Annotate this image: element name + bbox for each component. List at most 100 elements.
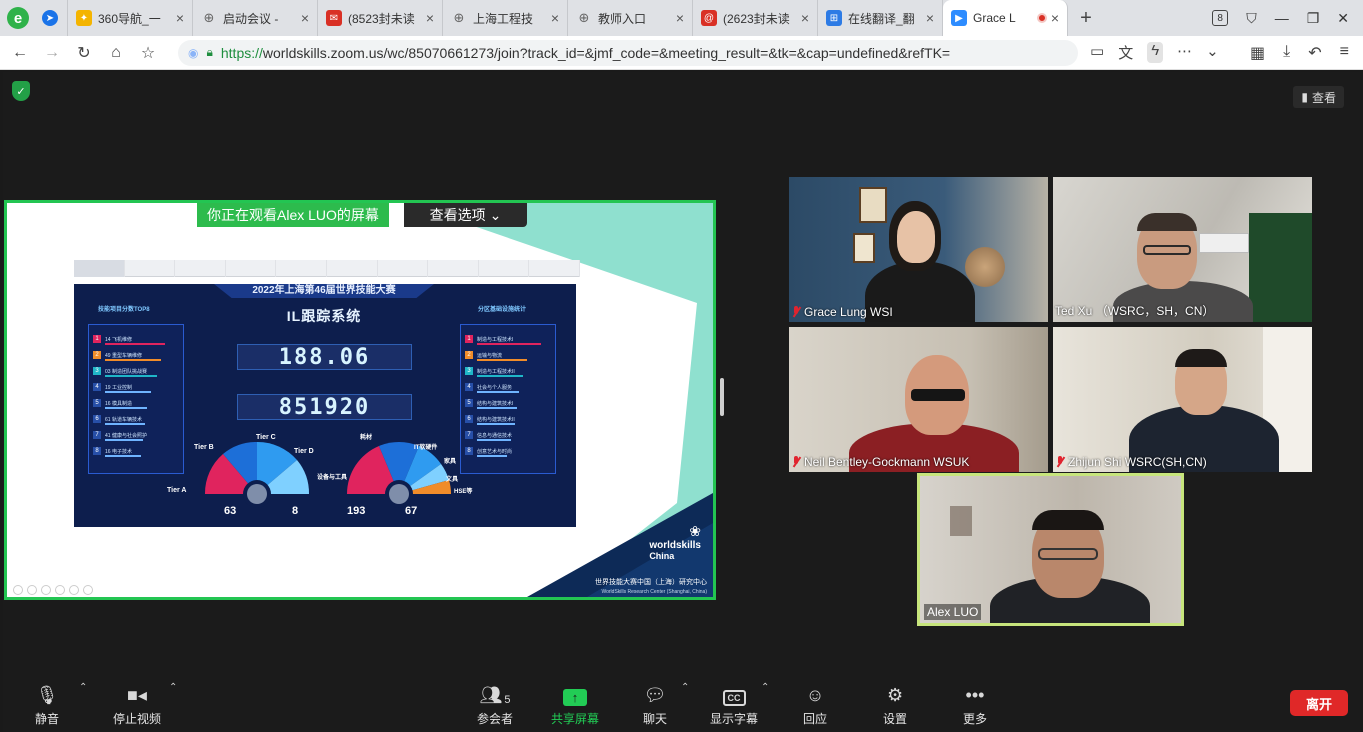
close-icon[interactable]: × — [176, 10, 184, 26]
browser-toolbar: ← → ↻ ⌂ ☆ ◉ 🔒︎ https://worldskills.zoom.… — [0, 36, 1363, 70]
gauge-charts — [204, 441, 451, 508]
more-button[interactable]: ••• 更多 — [963, 682, 987, 727]
org-name-cn: 世界技能大赛中国（上海）研究中心 — [595, 579, 707, 586]
close-icon[interactable]: × — [676, 10, 684, 26]
participants-button[interactable]: 👥︎ 5 参会者 — [477, 682, 513, 727]
star-icon[interactable]: ☆ — [132, 43, 164, 63]
menu-icon[interactable]: ≡ — [1340, 43, 1349, 63]
chevron-up-icon[interactable]: ⌃ — [761, 682, 769, 693]
tier-b-label: Tier B — [194, 444, 214, 451]
stat-item: 67 — [405, 505, 418, 517]
browser-tab-bar: e ➤ ✦ 360导航_一 × ⊕ 启动会议 - × ✉ (8523封未读 × ⊕ 上海工程技… — [0, 0, 1363, 36]
stat-item: 193 — [347, 505, 366, 517]
shield-icon: ◉ — [188, 45, 199, 60]
category-label: IT软硬件 — [414, 445, 438, 451]
stat-item: 8 — [292, 505, 299, 517]
captions-button[interactable]: CC 显示字幕 — [710, 682, 758, 727]
view-button[interactable]: ▮ 查看 — [1293, 86, 1344, 108]
video-tile-zhijun[interactable]: Zhijun Shi WSRC(SH,CN) — [1053, 327, 1312, 472]
reload-icon[interactable]: ↻ — [68, 43, 100, 63]
category-label: 文具 — [446, 477, 459, 483]
tab-favicon-icon: ✦ — [76, 10, 92, 26]
slide-controls[interactable] — [13, 585, 93, 595]
stop-video-button[interactable]: ■◂ 停止视频 — [113, 682, 161, 727]
more-dots-icon[interactable]: ⋯ — [1177, 42, 1192, 63]
tab-5[interactable]: @ (2623封未读 × — [693, 0, 818, 36]
stat-item: 63 — [224, 505, 237, 517]
video-tile-grace[interactable]: Grace Lung WSI — [789, 177, 1048, 322]
translate-icon: ⊞ — [826, 10, 842, 26]
reactions-button[interactable]: ☺︎ 回应 — [803, 682, 827, 727]
minimize-icon[interactable]: — — [1275, 10, 1289, 26]
worldskills-logo: ❀ worldskills China — [649, 523, 701, 561]
tab-7-active[interactable]: ▶ Grace L × — [943, 0, 1068, 36]
tab-6[interactable]: ⊞ 在线翻译_翻 × — [818, 0, 943, 36]
mute-button[interactable]: 🎙︎ 静音 — [35, 682, 59, 727]
lightning-icon[interactable]: ϟ — [1147, 42, 1164, 63]
gear-icon: ⚙︎ — [886, 685, 904, 705]
category-label: 设备与工具 — [317, 475, 348, 481]
tab-2[interactable]: ✉ (8523封未读 × — [318, 0, 443, 36]
participants-icon: 👥︎ 5 — [479, 685, 511, 706]
address-bar[interactable]: ◉ 🔒︎ https://worldskills.zoom.us/wc/8507… — [178, 39, 1078, 66]
panel-resize-handle[interactable] — [720, 378, 724, 416]
share-banner: 你正在观看Alex LUO的屏幕 — [197, 203, 389, 227]
tab-back-forward[interactable]: ➤ — [36, 0, 68, 36]
translate-page-icon[interactable]: 文 — [1118, 42, 1133, 63]
home-icon[interactable]: ⌂ — [100, 44, 132, 62]
view-layout-icon: ▮ — [1301, 90, 1308, 104]
browser-logo[interactable]: e — [0, 0, 36, 36]
tab-1[interactable]: ⊕ 启动会议 - × — [193, 0, 318, 36]
url-text: worldskills.zoom.us/wc/85070661273/join?… — [262, 44, 951, 61]
video-tile-neil[interactable]: Neil Bentley-Gockmann WSUK — [789, 327, 1048, 472]
forward-icon[interactable]: → — [36, 44, 68, 62]
share-screen-icon: ↑ — [563, 682, 587, 706]
close-icon[interactable]: × — [551, 10, 559, 26]
back-icon[interactable]: ← — [4, 44, 36, 62]
tab-0[interactable]: ✦ 360导航_一 × — [68, 0, 193, 36]
apps-grid-icon[interactable]: ▦ — [1250, 43, 1265, 63]
window-close-icon[interactable]: ✕ — [1337, 10, 1349, 27]
close-icon[interactable]: × — [1051, 10, 1059, 26]
chevron-up-icon[interactable]: ⌃ — [79, 682, 87, 693]
settings-button[interactable]: ⚙︎ 设置 — [883, 682, 907, 727]
close-icon[interactable]: × — [926, 10, 934, 26]
chat-button[interactable]: 💬︎ 聊天 — [643, 682, 667, 727]
tab-count-badge[interactable]: 8 — [1212, 10, 1229, 26]
close-icon[interactable]: × — [426, 10, 434, 26]
chevron-down-icon[interactable]: ⌄ — [1206, 42, 1219, 63]
recording-icon — [1036, 13, 1047, 23]
leave-button[interactable]: 离开 — [1290, 690, 1348, 716]
view-options-button[interactable]: 查看选项 ⌄ — [404, 203, 527, 227]
undo-icon[interactable]: ↶ — [1308, 43, 1321, 63]
chevron-up-icon[interactable]: ⌃ — [681, 682, 689, 693]
new-tab-button[interactable]: + — [1068, 7, 1104, 30]
category-label: 耗材 — [360, 435, 373, 441]
muted-mic-icon — [1055, 456, 1065, 468]
worldskills-mark-icon: ❀ — [689, 523, 701, 539]
tier-a-label: Tier A — [167, 487, 187, 494]
maximize-icon[interactable]: ❐ — [1307, 10, 1320, 27]
security-shield-icon[interactable]: ✓ — [12, 81, 30, 101]
video-icon[interactable]: ▭ — [1090, 42, 1104, 63]
close-icon[interactable]: × — [801, 10, 809, 26]
browser-e-icon: e — [7, 7, 29, 29]
tier-c-label: Tier C — [256, 434, 276, 441]
chevron-up-icon[interactable]: ⌃ — [169, 682, 177, 693]
category-label: HSE等 — [454, 489, 473, 495]
cc-icon: CC — [722, 682, 746, 706]
close-icon[interactable]: × — [301, 10, 309, 26]
download-icon[interactable]: ⤓ — [1283, 43, 1290, 63]
globe-icon: ⊕ — [453, 10, 465, 25]
more-dots-icon: ••• — [965, 685, 985, 705]
video-tile-ted[interactable]: Ted Xu （WSRC，SH，CN） — [1053, 177, 1312, 322]
shirt-icon[interactable]: ⛉ — [1246, 10, 1257, 27]
share-screen-button[interactable]: ↑ 共享屏幕 — [551, 682, 599, 727]
tab-4[interactable]: ⊕ 教师入口 × — [568, 0, 693, 36]
video-tile-alex-active[interactable]: Alex LUO — [917, 473, 1184, 626]
chat-icon: 💬︎ — [643, 685, 667, 705]
lock-icon: 🔒︎ — [206, 45, 213, 59]
send-icon: ➤ — [42, 10, 58, 26]
tab-3[interactable]: ⊕ 上海工程技 × — [443, 0, 568, 36]
at-mail-icon: @ — [701, 10, 717, 26]
